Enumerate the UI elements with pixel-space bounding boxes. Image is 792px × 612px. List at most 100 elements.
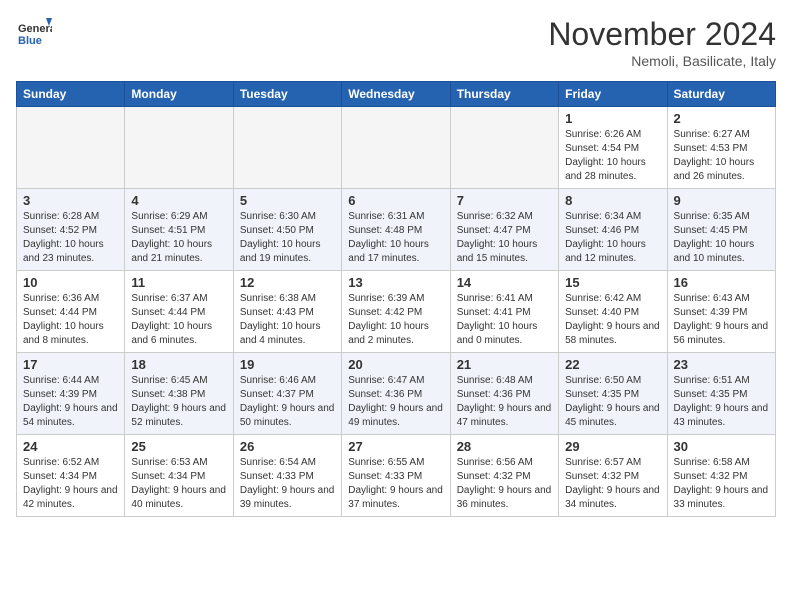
calendar-cell-w2-d2: 4 Sunrise: 6:29 AM Sunset: 4:51 PM Daylig… [125, 189, 233, 271]
page-header: General Blue November 2024 Nemoli, Basil… [16, 16, 776, 69]
day-detail: Sunrise: 6:30 AM Sunset: 4:50 PM Dayligh… [240, 210, 335, 266]
calendar-cell-w3-d5: 14Sunrise: 6:41 AM Sunset: 4:41 PM Dayli… [450, 271, 558, 353]
day-number: 10 [23, 275, 118, 290]
day-number: 11 [131, 275, 226, 290]
calendar-cell-w2-d4: 6 Sunrise: 6:31 AM Sunset: 4:48 PM Daylig… [342, 189, 450, 271]
calendar-week-1: 1Sunrise: 6:26 AM Sunset: 4:54 PM Daylig… [17, 107, 776, 189]
calendar-cell-w2-d6: 8 Sunrise: 6:34 AM Sunset: 4:46 PM Daylig… [559, 189, 667, 271]
day-number: 16 [674, 275, 769, 290]
calendar-week-3: 10Sunrise: 6:36 AM Sunset: 4:44 PM Dayli… [17, 271, 776, 353]
calendar-cell-w4-d7: 23Sunrise: 6:51 AM Sunset: 4:35 PM Dayli… [667, 353, 775, 435]
day-number: 2 [674, 111, 769, 126]
day-detail: Sunrise: 6:34 AM Sunset: 4:46 PM Dayligh… [565, 210, 660, 266]
calendar-cell-w1-d4 [342, 107, 450, 189]
calendar-cell-w4-d5: 21 Sunrise: 6:48 AM Sunset: 4:36 PM Dayli… [450, 353, 558, 435]
day-number: 9 [674, 193, 769, 208]
day-number: 13 [348, 275, 443, 290]
calendar-cell-w1-d5 [450, 107, 558, 189]
calendar-header-row: Sunday Monday Tuesday Wednesday Thursday… [17, 82, 776, 107]
calendar-cell-w1-d6: 1Sunrise: 6:26 AM Sunset: 4:54 PM Daylig… [559, 107, 667, 189]
logo-svg: General Blue [16, 16, 52, 52]
calendar-cell-w5-d2: 25Sunrise: 6:53 AM Sunset: 4:34 PM Dayli… [125, 435, 233, 517]
day-detail: Sunrise: 6:47 AM Sunset: 4:36 PM Dayligh… [348, 374, 443, 430]
calendar-week-4: 17 Sunrise: 6:44 AM Sunset: 4:39 PM Dayli… [17, 353, 776, 435]
calendar-cell-w4-d1: 17 Sunrise: 6:44 AM Sunset: 4:39 PM Dayli… [17, 353, 125, 435]
day-detail: Sunrise: 6:27 AM Sunset: 4:53 PM Dayligh… [674, 128, 769, 184]
calendar-cell-w1-d3 [233, 107, 341, 189]
day-number: 22 [565, 357, 660, 372]
calendar-cell-w5-d7: 30 Sunrise: 6:58 AM Sunset: 4:32 PM Dayli… [667, 435, 775, 517]
day-number: 24 [23, 439, 118, 454]
calendar-cell-w4-d2: 18Sunrise: 6:45 AM Sunset: 4:38 PM Dayli… [125, 353, 233, 435]
calendar-week-2: 3 Sunrise: 6:28 AM Sunset: 4:52 PM Daylig… [17, 189, 776, 271]
day-number: 1 [565, 111, 660, 126]
day-number: 8 [565, 193, 660, 208]
col-friday: Friday [559, 82, 667, 107]
day-detail: Sunrise: 6:32 AM Sunset: 4:47 PM Dayligh… [457, 210, 552, 266]
day-number: 27 [348, 439, 443, 454]
day-detail: Sunrise: 6:29 AM Sunset: 4:51 PM Dayligh… [131, 210, 226, 266]
calendar-cell-w2-d3: 5 Sunrise: 6:30 AM Sunset: 4:50 PM Daylig… [233, 189, 341, 271]
day-number: 3 [23, 193, 118, 208]
calendar-cell-w4-d4: 20 Sunrise: 6:47 AM Sunset: 4:36 PM Dayli… [342, 353, 450, 435]
day-number: 26 [240, 439, 335, 454]
calendar-cell-w5-d1: 24 Sunrise: 6:52 AM Sunset: 4:34 PM Dayli… [17, 435, 125, 517]
day-number: 5 [240, 193, 335, 208]
day-number: 30 [674, 439, 769, 454]
day-detail: Sunrise: 6:46 AM Sunset: 4:37 PM Dayligh… [240, 374, 335, 430]
calendar-cell-w5-d6: 29 Sunrise: 6:57 AM Sunset: 4:32 PM Dayli… [559, 435, 667, 517]
day-number: 4 [131, 193, 226, 208]
calendar-cell-w5-d3: 26 Sunrise: 6:54 AM Sunset: 4:33 PM Dayli… [233, 435, 341, 517]
col-monday: Monday [125, 82, 233, 107]
logo: General Blue [16, 16, 52, 52]
col-thursday: Thursday [450, 82, 558, 107]
day-detail: Sunrise: 6:31 AM Sunset: 4:48 PM Dayligh… [348, 210, 443, 266]
day-detail: Sunrise: 6:58 AM Sunset: 4:32 PM Dayligh… [674, 456, 769, 512]
calendar-table: Sunday Monday Tuesday Wednesday Thursday… [16, 81, 776, 517]
day-detail: Sunrise: 6:50 AM Sunset: 4:35 PM Dayligh… [565, 374, 660, 430]
calendar-week-5: 24 Sunrise: 6:52 AM Sunset: 4:34 PM Dayli… [17, 435, 776, 517]
day-detail: Sunrise: 6:56 AM Sunset: 4:32 PM Dayligh… [457, 456, 552, 512]
day-detail: Sunrise: 6:45 AM Sunset: 4:38 PM Dayligh… [131, 374, 226, 430]
col-tuesday: Tuesday [233, 82, 341, 107]
day-detail: Sunrise: 6:37 AM Sunset: 4:44 PM Dayligh… [131, 292, 226, 348]
day-number: 7 [457, 193, 552, 208]
svg-text:General: General [18, 23, 52, 35]
day-number: 29 [565, 439, 660, 454]
day-number: 19 [240, 357, 335, 372]
day-detail: Sunrise: 6:48 AM Sunset: 4:36 PM Dayligh… [457, 374, 552, 430]
calendar-cell-w3-d4: 13 Sunrise: 6:39 AM Sunset: 4:42 PM Dayli… [342, 271, 450, 353]
day-number: 21 [457, 357, 552, 372]
day-number: 12 [240, 275, 335, 290]
month-title: November 2024 [548, 16, 776, 53]
day-detail: Sunrise: 6:57 AM Sunset: 4:32 PM Dayligh… [565, 456, 660, 512]
day-number: 17 [23, 357, 118, 372]
day-detail: Sunrise: 6:35 AM Sunset: 4:45 PM Dayligh… [674, 210, 769, 266]
calendar-cell-w3-d7: 16 Sunrise: 6:43 AM Sunset: 4:39 PM Dayli… [667, 271, 775, 353]
col-saturday: Saturday [667, 82, 775, 107]
calendar-cell-w3-d6: 15Sunrise: 6:42 AM Sunset: 4:40 PM Dayli… [559, 271, 667, 353]
calendar-cell-w2-d5: 7 Sunrise: 6:32 AM Sunset: 4:47 PM Daylig… [450, 189, 558, 271]
calendar-cell-w5-d4: 27 Sunrise: 6:55 AM Sunset: 4:33 PM Dayli… [342, 435, 450, 517]
col-wednesday: Wednesday [342, 82, 450, 107]
calendar-cell-w3-d2: 11 Sunrise: 6:37 AM Sunset: 4:44 PM Dayli… [125, 271, 233, 353]
day-number: 28 [457, 439, 552, 454]
day-number: 25 [131, 439, 226, 454]
title-block: November 2024 Nemoli, Basilicate, Italy [548, 16, 776, 69]
day-detail: Sunrise: 6:52 AM Sunset: 4:34 PM Dayligh… [23, 456, 118, 512]
day-detail: Sunrise: 6:44 AM Sunset: 4:39 PM Dayligh… [23, 374, 118, 430]
day-detail: Sunrise: 6:28 AM Sunset: 4:52 PM Dayligh… [23, 210, 118, 266]
day-detail: Sunrise: 6:54 AM Sunset: 4:33 PM Dayligh… [240, 456, 335, 512]
day-detail: Sunrise: 6:55 AM Sunset: 4:33 PM Dayligh… [348, 456, 443, 512]
calendar-cell-w5-d5: 28 Sunrise: 6:56 AM Sunset: 4:32 PM Dayli… [450, 435, 558, 517]
calendar-cell-w4-d6: 22 Sunrise: 6:50 AM Sunset: 4:35 PM Dayli… [559, 353, 667, 435]
day-number: 20 [348, 357, 443, 372]
calendar-cell-w3-d1: 10Sunrise: 6:36 AM Sunset: 4:44 PM Dayli… [17, 271, 125, 353]
day-detail: Sunrise: 6:51 AM Sunset: 4:35 PM Dayligh… [674, 374, 769, 430]
day-detail: Sunrise: 6:43 AM Sunset: 4:39 PM Dayligh… [674, 292, 769, 348]
calendar-cell-w1-d2 [125, 107, 233, 189]
day-detail: Sunrise: 6:39 AM Sunset: 4:42 PM Dayligh… [348, 292, 443, 348]
day-detail: Sunrise: 6:38 AM Sunset: 4:43 PM Dayligh… [240, 292, 335, 348]
day-number: 15 [565, 275, 660, 290]
day-number: 6 [348, 193, 443, 208]
